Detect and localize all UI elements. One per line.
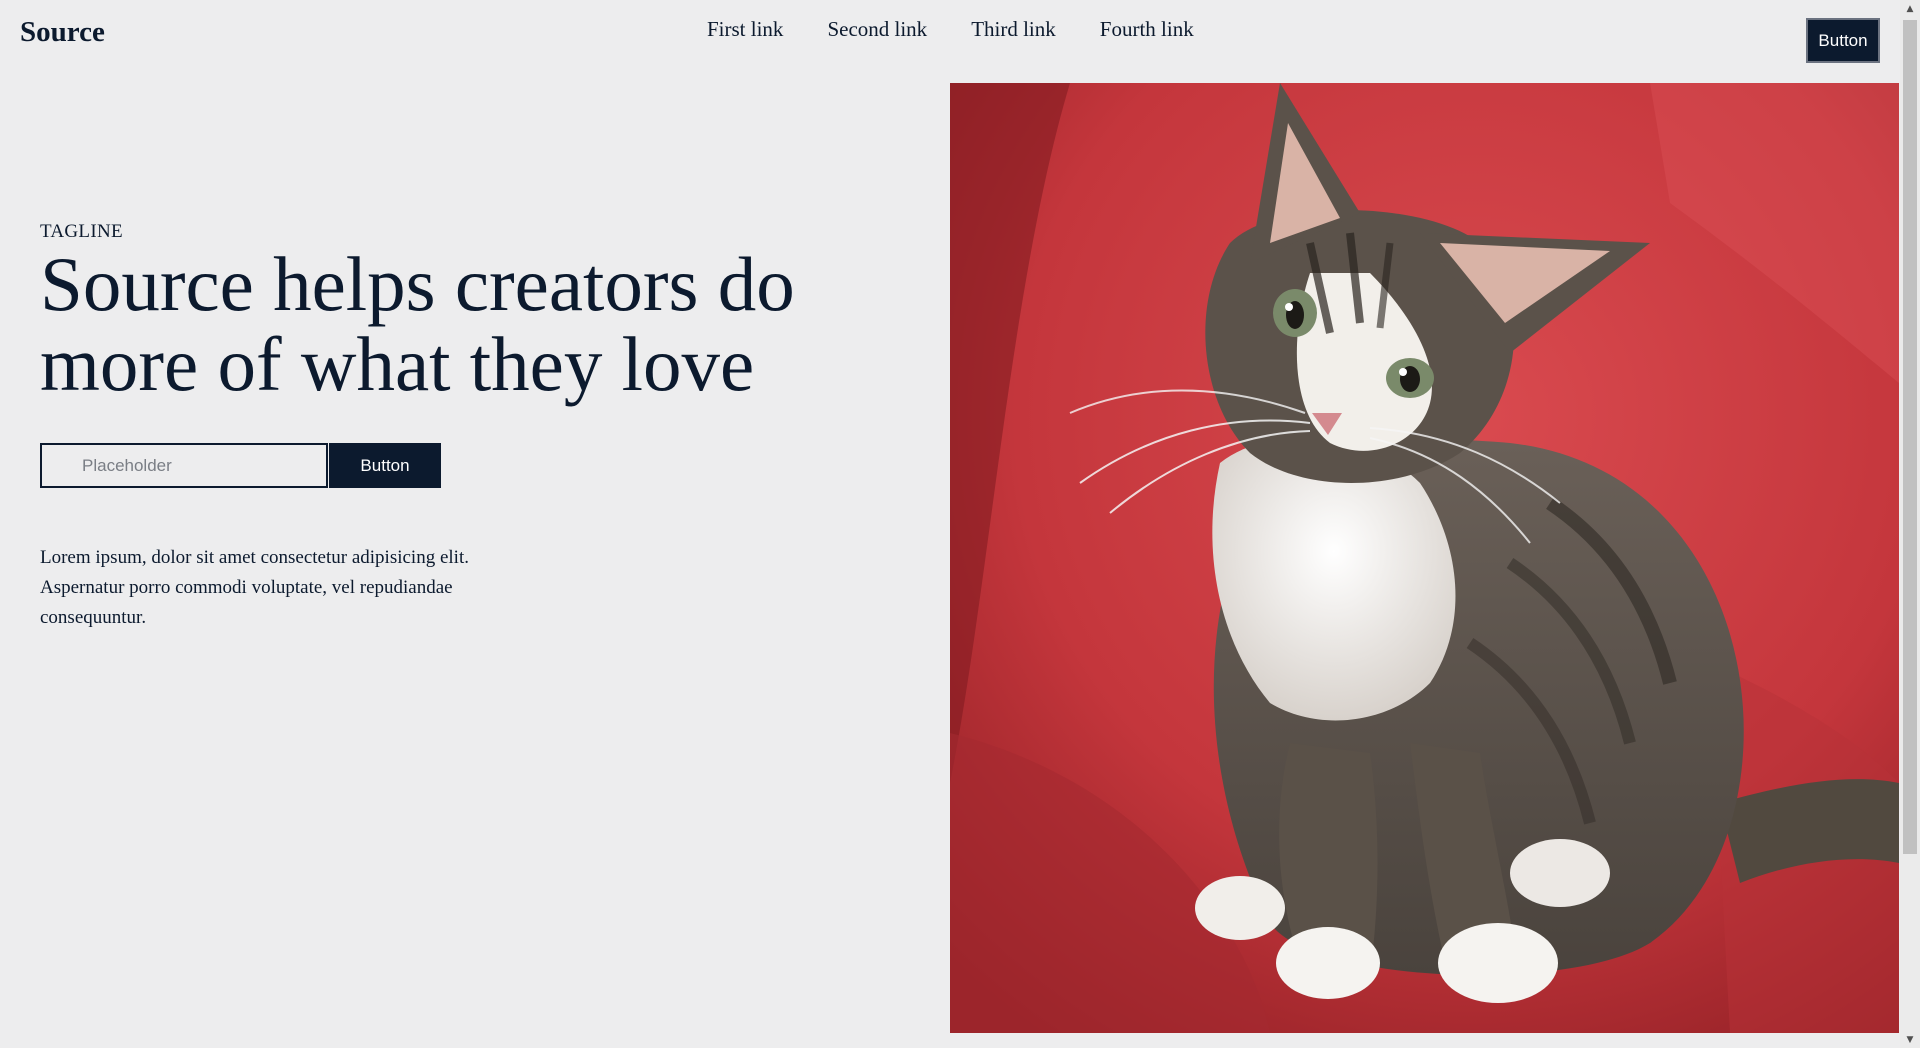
scroll-up-arrow-icon[interactable]: ▲: [1900, 0, 1920, 17]
nav-link-first[interactable]: First link: [707, 16, 783, 42]
submit-button[interactable]: Button: [329, 443, 441, 488]
brand-logo[interactable]: Source: [20, 14, 105, 50]
kitten-photo: [950, 83, 1899, 1033]
signup-form: Button: [40, 443, 441, 488]
email-input[interactable]: [40, 443, 328, 488]
kitten-illustration: [950, 83, 1899, 1033]
hero-description: Lorem ipsum, dolor sit amet consectetur …: [40, 547, 469, 628]
scroll-thumb[interactable]: [1903, 20, 1917, 854]
scroll-down-arrow-icon[interactable]: ▼: [1900, 1031, 1920, 1048]
header-cta-button[interactable]: Button: [1806, 18, 1880, 63]
main-nav: First link Second link Third link Fourth…: [707, 16, 1194, 42]
vertical-scrollbar[interactable]: ▲ ▼: [1900, 0, 1920, 1048]
nav-link-second[interactable]: Second link: [827, 16, 927, 42]
nav-link-third[interactable]: Third link: [971, 16, 1056, 42]
hero-section: TAGLINE Source helps creators do more of…: [40, 220, 900, 404]
nav-link-fourth[interactable]: Fourth link: [1100, 16, 1194, 42]
hero-headline: Source helps creators do more of what th…: [40, 241, 795, 407]
